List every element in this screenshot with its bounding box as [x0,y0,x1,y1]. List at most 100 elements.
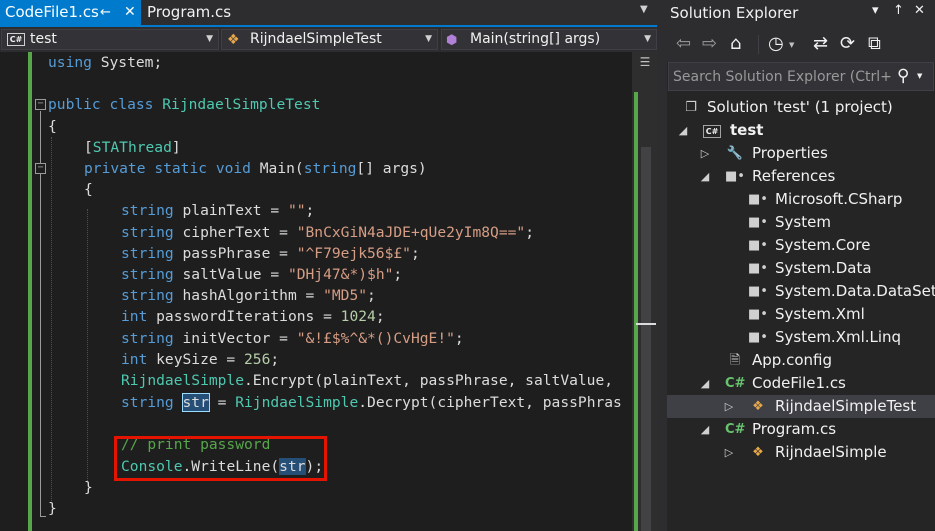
tree-item-class[interactable]: ▷ ❖ RijndaelSimple [667,441,935,464]
tree-item-codefile1[interactable]: ◢ C# CodeFile1.cs [667,372,935,395]
refresh-icon[interactable]: ⟳ [840,33,855,54]
csharp-file-icon: C# [725,422,746,437]
project-dropdown[interactable]: C# test ▼ [1,29,219,50]
collapse-triangle-icon[interactable]: ◢ [698,165,712,188]
tree-item-reference[interactable]: ■• System.Data.DataSetExt [667,280,935,303]
tab-label: Program.cs [147,3,232,21]
solution-search-box[interactable]: ⚲ ▼ [668,62,934,91]
pin-icon[interactable]: ← [100,0,111,25]
references-icon: ■• [725,169,745,184]
tree-item-reference[interactable]: ■• System [667,211,935,234]
tree-item-app-config[interactable]: 🗎 App.config [667,349,935,372]
tree-item-class-selected[interactable]: ▷ ❖ RijndaelSimpleTest [667,395,935,418]
tree-item-reference[interactable]: ■• System.Data [667,257,935,280]
close-icon[interactable]: ✕ [914,3,925,18]
project-dropdown-label: test [30,31,57,47]
type-dropdown-label: RijndaelSimpleTest [250,31,382,47]
tree-item-label: CodeFile1.cs [752,374,846,392]
tree-item-reference[interactable]: ■• System.Xml.Linq [667,326,935,349]
chevron-down-icon[interactable]: ▼ [917,72,922,80]
chevron-down-icon[interactable]: ▼ [789,41,794,49]
tree-item-reference[interactable]: ■• System.Xml [667,303,935,326]
code-line: string initVector = "&!£$%^&*()CvHgE!"; [121,330,464,347]
split-window-icon[interactable]: ☰ [639,56,651,70]
chevron-down-icon: ▼ [425,34,432,44]
tab-overflow-icon[interactable]: ▼ [640,4,654,20]
forward-icon[interactable]: ⇨ [702,33,717,54]
code-line: string passPhrase = "^F79ejk56$£"; [121,245,420,262]
scrollbar-thumb[interactable] [641,147,651,531]
class-icon: ❖ [227,32,240,48]
tree-item-label: System.Core [775,236,871,254]
document-tab-strip: CodeFile1.cs ← ✕ Program.cs ▼ [0,0,657,27]
navigation-bar: C# test ▼ ❖ RijndaelSimpleTest ▼ ⬢ Main(… [0,27,657,52]
code-line: RijndaelSimple.Encrypt(plainText, passPh… [121,372,614,389]
chevron-down-icon: ▼ [644,34,651,44]
code-line: } [48,500,57,517]
wrench-icon: 🔧 [726,146,744,161]
tree-item-properties[interactable]: ▷ 🔧 Properties [667,142,935,165]
reference-icon: ■• [748,192,768,207]
expand-triangle-icon[interactable]: ▷ [722,441,736,464]
class-icon: ❖ [752,445,764,460]
history-icon[interactable]: ◷ [768,33,784,54]
tree-item-label: RijndaelSimple [775,443,887,461]
solution-explorer-toolbar: ⇦ ⇨ ⌂ ◷ ▼ ⇄ ⟳ ⧉ [667,27,935,62]
config-file-icon: 🗎 [729,353,741,368]
tree-item-reference[interactable]: ■• System.Core [667,234,935,257]
expand-triangle-icon[interactable]: ▷ [698,142,712,165]
code-line: } [84,479,93,496]
tree-item-solution[interactable]: ❐ Solution 'test' (1 project) [667,96,935,119]
expand-triangle-icon[interactable]: ▷ [722,395,736,418]
tree-item-label: System.Data [775,259,872,277]
class-icon: ❖ [752,399,764,414]
tree-item-label: Program.cs [752,420,837,438]
search-input[interactable] [673,67,893,87]
collapse-triangle-icon[interactable]: ◢ [676,119,690,142]
code-line: string hashAlgorithm = "MD5"; [121,287,376,304]
sync-icon[interactable]: ⇄ [813,33,828,54]
code-line: string plainText = ""; [121,202,315,219]
type-dropdown[interactable]: ❖ RijndaelSimpleTest ▼ [221,29,438,50]
reference-icon: ■• [748,330,768,345]
collapse-all-icon[interactable]: ⧉ [868,33,881,54]
tree-item-program[interactable]: ◢ C# Program.cs [667,418,935,441]
close-icon[interactable]: ✕ [124,0,136,25]
back-icon[interactable]: ⇦ [676,33,691,54]
window-position-dropdown-icon[interactable]: ▾ [872,3,879,18]
tree-item-references[interactable]: ◢ ■• References [667,165,935,188]
reference-icon: ■• [748,215,768,230]
tree-item-label: test [730,121,764,139]
tree-item-label: App.config [752,351,832,369]
collapse-triangle-icon[interactable]: ◢ [698,418,712,441]
code-line: { [48,118,57,135]
pane-splitter[interactable] [657,0,667,531]
panel-title: Solution Explorer [670,4,799,22]
solution-explorer: Solution Explorer ▾ ↑ ✕ ⇦ ⇨ ⌂ ◷ ▼ ⇄ ⟳ ⧉ … [667,0,935,531]
indent-guide [87,209,88,481]
code-line: using System; [48,54,163,71]
tab-program[interactable]: Program.cs [142,0,282,25]
collapse-method-icon[interactable]: − [35,163,46,174]
code-editor-pane: CodeFile1.cs ← ✕ Program.cs ▼ C# test ▼ … [0,0,657,531]
code-line: int passwordIterations = 1024; [121,308,385,325]
home-icon[interactable]: ⌂ [730,33,741,54]
collapse-class-icon[interactable]: − [35,99,46,110]
tree-item-project[interactable]: ◢ C# test [667,119,935,142]
tab-label: CodeFile1.cs [5,3,99,21]
search-icon[interactable]: ⚲ [897,66,909,86]
vertical-scrollbar[interactable]: ☰ [632,52,657,531]
tree-item-reference[interactable]: ■• Microsoft.CSharp [667,188,935,211]
reference-icon: ■• [748,307,768,322]
auto-hide-pin-icon[interactable]: ↑ [893,3,904,18]
indent-guide [51,137,52,503]
tree-item-label: System.Xml.Linq [775,328,902,346]
code-line: string cipherText = "BnCxGiN4aJDE+qUe2yI… [121,224,534,241]
code-line: string saltValue = "DHj47&*)$h"; [121,266,403,283]
tab-codefile1[interactable]: CodeFile1.cs ← ✕ [0,0,141,25]
csharp-project-icon: C# [7,33,25,46]
collapse-triangle-icon[interactable]: ◢ [698,372,712,395]
code-line: string str = RijndaelSimple.Decrypt(ciph… [121,393,622,412]
member-dropdown[interactable]: ⬢ Main(string[] args) ▼ [441,29,657,50]
member-dropdown-label: Main(string[] args) [470,31,601,47]
